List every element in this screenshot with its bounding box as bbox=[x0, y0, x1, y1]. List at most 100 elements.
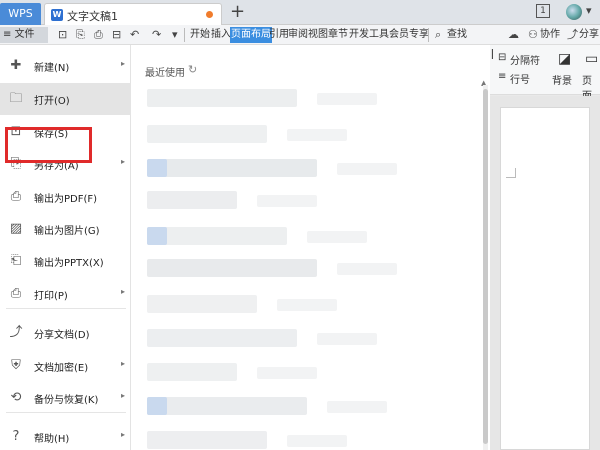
tab-insert[interactable]: 插入 bbox=[210, 27, 232, 43]
menu-item-label: 帮助(H) bbox=[34, 434, 70, 445]
menu-item-label: 输出为PPTX(X) bbox=[34, 258, 104, 269]
line-number-button[interactable]: 行号 bbox=[510, 71, 530, 86]
search-button[interactable]: 查找 bbox=[447, 27, 467, 43]
share-icon[interactable]: ⤴ bbox=[567, 27, 578, 43]
preview-toolbar-icon[interactable]: ⊟ bbox=[112, 27, 121, 43]
document-page[interactable] bbox=[500, 107, 590, 450]
menu-item-label: 备份与恢复(K) bbox=[34, 395, 99, 406]
backup-icon: ⟲ bbox=[10, 390, 22, 405]
file-type-icon bbox=[147, 159, 167, 177]
menu-item-folder-open[interactable]: 🗀 打开(O) bbox=[0, 83, 131, 115]
export-toolbar-icon[interactable]: ⎘ bbox=[76, 27, 85, 43]
file-type-icon bbox=[147, 227, 167, 245]
recent-file-row[interactable] bbox=[147, 397, 307, 415]
tab-developer[interactable]: 开发工具 bbox=[348, 27, 390, 43]
window-count-badge[interactable]: 1 bbox=[536, 4, 550, 18]
share-button[interactable]: 分享 bbox=[579, 27, 599, 43]
menu-item-image[interactable]: ▨ 输出为图片(G) bbox=[0, 213, 131, 245]
image-icon: ▨ bbox=[9, 221, 23, 236]
new-tab-button[interactable]: + bbox=[230, 2, 245, 22]
margin-corner-mark bbox=[506, 168, 516, 178]
menu-item-print[interactable]: ⎙ 打印(P) ▸ bbox=[0, 278, 131, 310]
document-canvas bbox=[490, 96, 600, 450]
separator-icon[interactable]: ⊟ bbox=[498, 52, 506, 63]
tab-view[interactable]: 视图 bbox=[307, 27, 329, 43]
help-icon: ? bbox=[12, 429, 20, 444]
menu-item-new-doc[interactable]: ✚ 新建(N) ▸ bbox=[0, 50, 131, 82]
menu-item-lock[interactable]: ⛨ 文档加密(E) ▸ bbox=[0, 350, 131, 382]
customize-chevron-down-icon[interactable]: ▾ bbox=[172, 27, 178, 43]
collab-icon[interactable]: ⚇ bbox=[528, 27, 538, 43]
recent-scrollbar[interactable] bbox=[483, 85, 488, 450]
search-icon[interactable]: ⌕ bbox=[435, 27, 441, 43]
menu-item-share[interactable]: ⤴ 分享文档(D) bbox=[0, 317, 131, 349]
scrollbar-thumb[interactable] bbox=[483, 89, 488, 444]
writer-doc-icon: W bbox=[51, 9, 63, 21]
page-border-icon[interactable]: ▭ bbox=[585, 51, 598, 67]
recent-file-row[interactable] bbox=[147, 363, 237, 381]
unsaved-indicator-icon bbox=[206, 11, 213, 18]
recent-file-meta bbox=[327, 401, 387, 413]
refresh-icon[interactable]: ↻ bbox=[188, 63, 197, 76]
save-toolbar-icon[interactable]: ⊡ bbox=[58, 27, 67, 43]
recent-file-row[interactable] bbox=[147, 295, 257, 313]
recent-file-row[interactable] bbox=[147, 191, 237, 209]
print-icon: ⎙ bbox=[10, 286, 22, 301]
menu-item-pdf[interactable]: ⎙ 输出为PDF(F) bbox=[0, 181, 131, 213]
redo-icon[interactable]: ↷ bbox=[152, 27, 161, 43]
menu-item-label: 输出为图片(G) bbox=[34, 226, 100, 237]
menu-item-label: 文档加密(E) bbox=[34, 363, 89, 374]
tab-home[interactable]: 开始 bbox=[189, 27, 211, 43]
recent-file-meta bbox=[337, 163, 397, 175]
document-tab-title: 文字文稿1 bbox=[67, 10, 118, 23]
document-tab[interactable]: W 文字文稿1 bbox=[44, 3, 222, 25]
recent-file-row[interactable] bbox=[147, 159, 317, 177]
line-number-icon[interactable]: ≡ bbox=[498, 71, 506, 82]
folder-open-icon: 🗀 bbox=[9, 91, 23, 106]
undo-icon[interactable]: ↶ bbox=[130, 27, 139, 43]
background-button[interactable]: 背景 bbox=[552, 72, 572, 87]
share-icon: ⤴ bbox=[9, 325, 23, 340]
recent-file-row[interactable] bbox=[147, 89, 297, 107]
menu-item-pptx[interactable]: ⎗ 输出为PPTX(X) bbox=[0, 245, 131, 277]
tab-review[interactable]: 审阅 bbox=[287, 27, 309, 43]
user-avatar[interactable] bbox=[566, 4, 582, 20]
menu-item-backup[interactable]: ⟲ 备份与恢复(K) ▸ bbox=[0, 382, 131, 414]
separator-button[interactable]: 分隔符 bbox=[510, 52, 540, 67]
ribbon-page-layout-panel: ⎸ ⊟ 分隔符 ≡ 行号 ◪ 背景 ▭ 页面 bbox=[490, 45, 600, 102]
recent-file-meta bbox=[307, 231, 367, 243]
print-toolbar-icon[interactable]: ⎙ bbox=[94, 27, 103, 43]
collab-button[interactable]: 协作 bbox=[540, 27, 560, 43]
recent-file-row[interactable] bbox=[147, 431, 267, 449]
file-menu: ✚ 新建(N) ▸ 🗀 打开(O) ⊡ 保存(S) ⎘ 另存为(A) ▸ ⎙ 输出为PDF(F) ▨ 输出… bbox=[0, 45, 131, 450]
title-bar: WPS W 文字文稿1 + 1 ▾ bbox=[0, 0, 600, 25]
menu-divider bbox=[6, 308, 126, 309]
recent-file-meta bbox=[337, 263, 397, 275]
tab-page-layout[interactable]: 页面布局 bbox=[230, 27, 272, 43]
menu-item-label: 分享文档(D) bbox=[34, 330, 90, 341]
recent-file-meta bbox=[317, 93, 377, 105]
recent-file-meta bbox=[277, 299, 337, 311]
recent-file-row[interactable] bbox=[147, 329, 297, 347]
recent-file-meta bbox=[287, 435, 347, 447]
menu-item-help[interactable]: ? 帮助(H) ▸ bbox=[0, 421, 131, 450]
file-menu-button[interactable]: ≡ 文件 bbox=[0, 27, 48, 43]
menu-item-label: 打开(O) bbox=[34, 96, 70, 107]
submenu-arrow-icon: ▸ bbox=[120, 359, 125, 368]
submenu-arrow-icon: ▸ bbox=[120, 287, 125, 296]
menu-divider bbox=[6, 412, 126, 413]
recent-file-row[interactable] bbox=[147, 125, 267, 143]
recent-file-row[interactable] bbox=[147, 227, 287, 245]
recent-file-row[interactable] bbox=[147, 259, 317, 277]
submenu-arrow-icon: ▸ bbox=[120, 391, 125, 400]
tab-chapter[interactable]: 章节 bbox=[327, 27, 349, 43]
lock-icon: ⛨ bbox=[11, 358, 21, 373]
pdf-icon: ⎙ bbox=[10, 189, 22, 204]
menu-item-label: 新建(N) bbox=[34, 63, 70, 74]
wps-home-tab[interactable]: WPS bbox=[0, 3, 41, 25]
pptx-icon: ⎗ bbox=[10, 253, 22, 268]
cloud-icon[interactable]: ☁ bbox=[508, 27, 519, 43]
tab-member[interactable]: 会员专享 bbox=[388, 27, 430, 43]
background-icon[interactable]: ◪ bbox=[558, 51, 571, 67]
account-chevron-down-icon[interactable]: ▾ bbox=[586, 4, 592, 17]
